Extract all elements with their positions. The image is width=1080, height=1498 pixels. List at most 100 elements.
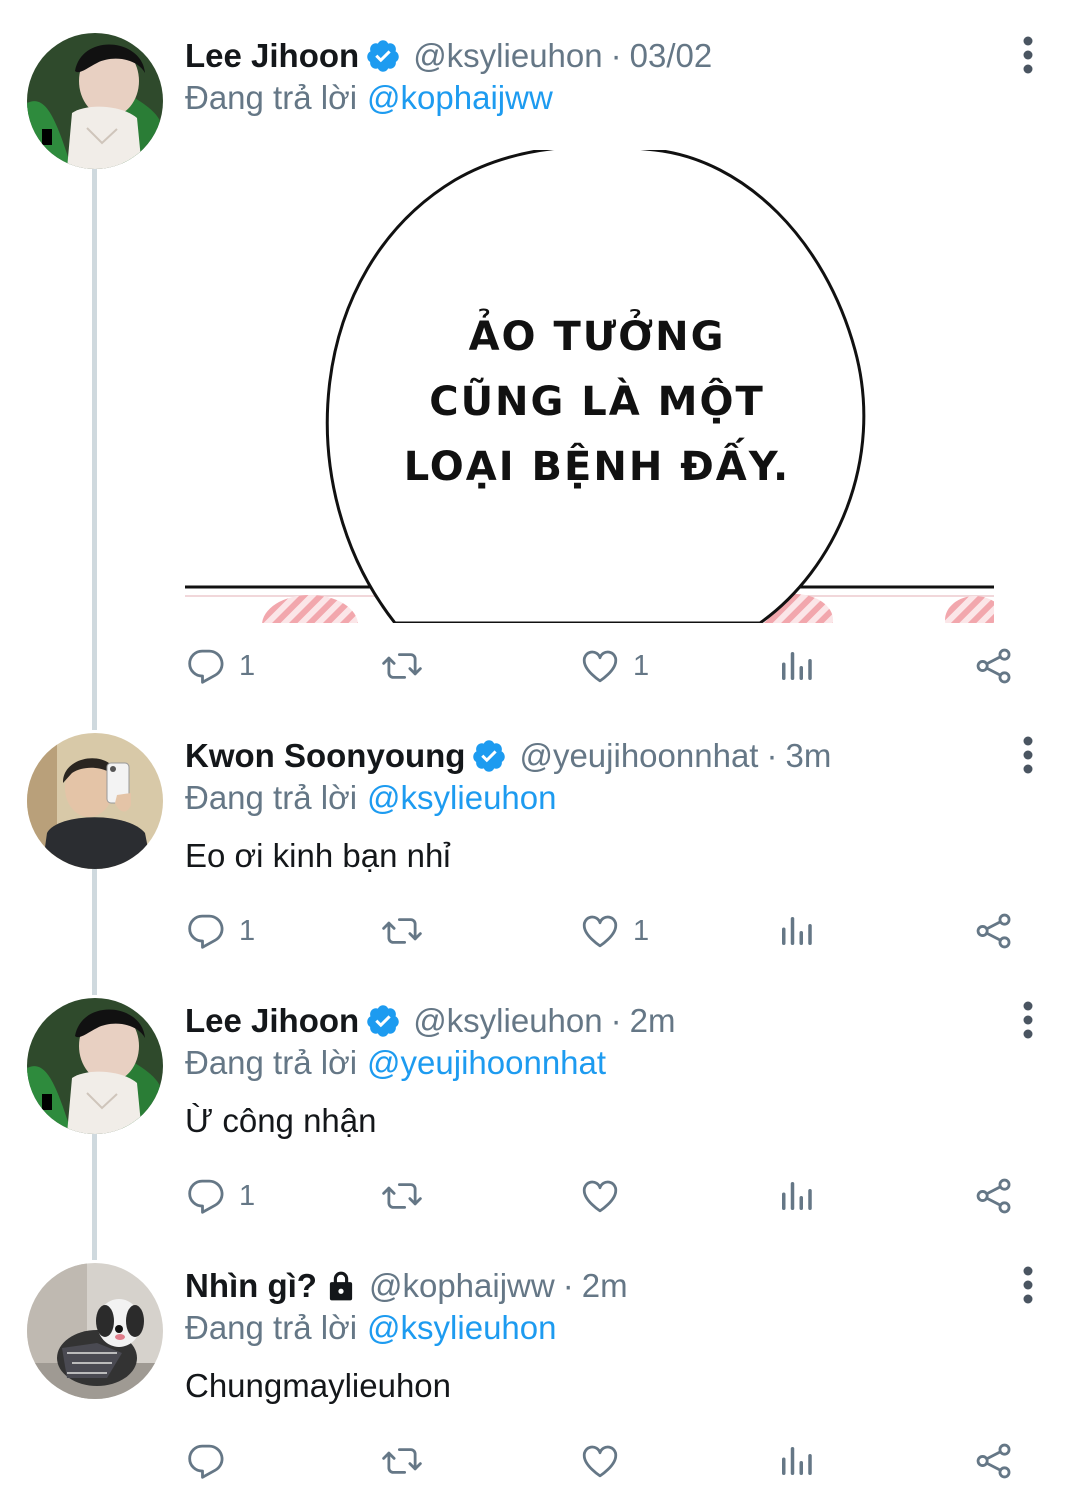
timestamp[interactable]: 3m [785,733,831,779]
image-caption-line: LOẠI BỆNH ĐẤY. [404,436,791,490]
timestamp[interactable]: 2m [582,1263,628,1309]
display-name[interactable]: Kwon Soonyoung [185,733,465,779]
share-icon [973,645,1015,687]
more-vertical-icon[interactable] [1016,1000,1040,1040]
like-icon [579,645,621,687]
analytics-icon [775,910,817,952]
tweet[interactable]: Lee Jihoon @ksylieuhon · 2m Đang trả lời… [0,998,1080,1248]
like-icon [579,910,621,952]
reply-count: 1 [239,649,256,682]
reply-button[interactable]: 1 [185,906,255,956]
tweet-header: Nhìn gì? @kophaijww · 2m [185,1263,628,1309]
reply-button[interactable] [185,1436,227,1486]
more-vertical-icon[interactable] [1016,35,1040,75]
like-button[interactable] [579,1436,621,1486]
display-name[interactable]: Lee Jihoon [185,33,359,79]
tweet-actions: 1 1 [185,641,1025,691]
retweet-button[interactable] [381,1171,423,1221]
display-name[interactable]: Lee Jihoon [185,998,359,1044]
analytics-icon [775,1440,817,1482]
tweet-header: Kwon Soonyoung @yeujihoonnhat · 3m [185,733,831,779]
display-name[interactable]: Nhìn gì? [185,1263,317,1309]
more-vertical-icon[interactable] [1016,1265,1040,1305]
like-button[interactable]: 1 [579,641,649,691]
tweet[interactable]: Lee Jihoon @ksylieuhon · 03/02 Đang trả … [0,33,1080,703]
analytics-icon [775,645,817,687]
tweet-actions: 1 1 [185,906,1025,956]
tweet-text: Chungmaylieuhon [185,1367,452,1404]
avatar[interactable] [27,33,163,169]
like-button[interactable] [579,1171,633,1221]
share-button[interactable] [973,1436,1015,1486]
separator: · [766,737,778,774]
like-icon [579,1175,621,1217]
replying-to: Đang trả lời @kophaijww [185,75,553,121]
replying-to: Đang trả lời @ksylieuhon [185,775,556,821]
image-caption-line: ẢO TƯỞNG [469,307,726,360]
replying-to: Đang trả lời @ksylieuhon [185,1305,556,1351]
avatar[interactable] [27,733,163,869]
reply-icon [185,645,227,687]
lock-icon [325,1269,357,1303]
tweet[interactable]: Kwon Soonyoung @yeujihoonnhat · 3m Đang … [0,733,1080,983]
tweet-header: Lee Jihoon @ksylieuhon · 2m [185,998,675,1044]
share-button[interactable] [973,1171,1015,1221]
retweet-button[interactable] [381,906,423,956]
separator: · [562,1267,574,1304]
retweet-icon [381,645,423,687]
reply-button[interactable]: 1 [185,641,255,691]
reply-icon [185,1440,227,1482]
image-caption-line: CŨNG LÀ MỘT [429,377,765,425]
reply-count: 1 [239,914,256,947]
user-handle[interactable]: @yeujihoonnhat [519,733,758,779]
verified-badge-icon [365,1003,401,1039]
replying-to-handle[interactable]: @yeujihoonnhat [367,1044,606,1081]
analytics-button[interactable] [775,906,817,956]
retweet-button[interactable] [381,1436,423,1486]
separator: · [610,37,622,74]
replying-to-label: Đang trả lời [185,779,358,816]
tweet[interactable]: Nhìn gì? @kophaijww · 2m Đang trả lời @ks… [0,1263,1080,1498]
analytics-icon [775,1175,817,1217]
share-button[interactable] [973,641,1015,691]
avatar[interactable] [27,998,163,1134]
separator: · [610,1002,622,1039]
share-icon [973,910,1015,952]
verified-badge-icon [471,738,507,774]
tweet-text: Eo ơi kinh bạn nhỉ [185,837,451,874]
more-vertical-icon[interactable] [1016,735,1040,775]
user-handle[interactable]: @ksylieuhon [413,998,602,1044]
tweet-image[interactable]: ẢO TƯỞNG CŨNG LÀ MỘT LOẠI BỆNH ĐẤY. [185,150,994,623]
share-button[interactable] [973,906,1015,956]
user-handle[interactable]: @kophaijww [369,1263,555,1309]
tweet-text: Ừ công nhận [185,1102,377,1139]
replying-to-handle[interactable]: @ksylieuhon [367,779,556,816]
user-handle[interactable]: @ksylieuhon [413,33,602,79]
share-icon [973,1175,1015,1217]
reply-icon [185,1175,227,1217]
analytics-button[interactable] [775,641,817,691]
replying-to: Đang trả lời @yeujihoonnhat [185,1040,606,1086]
retweet-button[interactable] [381,641,423,691]
timestamp[interactable]: 03/02 [630,33,713,79]
reply-icon [185,910,227,952]
like-icon [579,1440,621,1482]
verified-badge-icon [365,38,401,74]
avatar[interactable] [27,1263,163,1399]
reply-button[interactable]: 1 [185,1171,255,1221]
tweet-actions: 1 [185,1171,1025,1221]
replying-to-label: Đang trả lời [185,1044,358,1081]
retweet-icon [381,1175,423,1217]
like-count: 1 [633,914,650,947]
analytics-button[interactable] [775,1171,817,1221]
replying-to-handle[interactable]: @ksylieuhon [367,1309,556,1346]
retweet-icon [381,1440,423,1482]
timestamp[interactable]: 2m [630,998,676,1044]
like-button[interactable]: 1 [579,906,649,956]
replying-to-handle[interactable]: @kophaijww [367,79,553,116]
analytics-button[interactable] [775,1436,817,1486]
share-icon [973,1440,1015,1482]
tweet-header: Lee Jihoon @ksylieuhon · 03/02 [185,33,712,79]
like-count: 1 [633,649,650,682]
replying-to-label: Đang trả lời [185,1309,358,1346]
